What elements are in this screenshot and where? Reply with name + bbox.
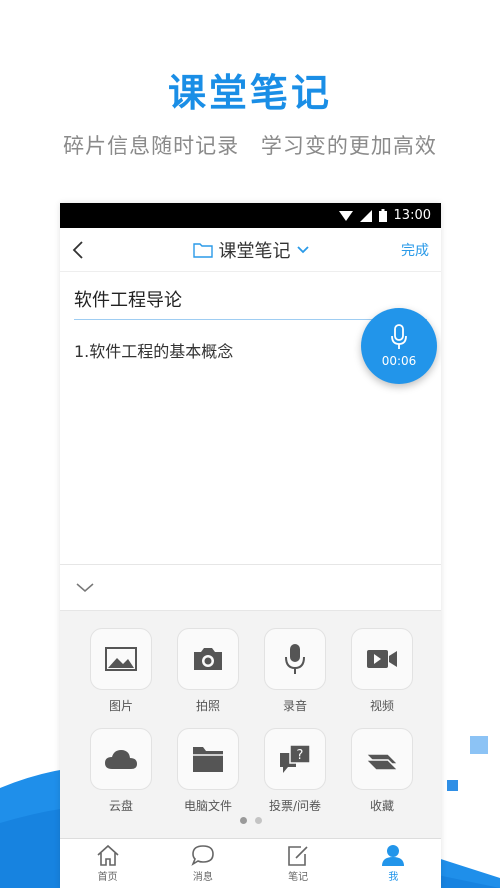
home-icon xyxy=(97,844,119,866)
recording-button[interactable]: 00:06 xyxy=(361,308,437,384)
tab-label: 笔记 xyxy=(288,872,309,883)
tool-image-button[interactable] xyxy=(90,628,152,690)
wifi-icon xyxy=(338,210,353,221)
chevron-left-icon xyxy=(72,240,83,259)
hero-title: 课堂笔记 xyxy=(167,71,332,115)
note-icon xyxy=(288,846,308,866)
folder-icon xyxy=(192,242,213,258)
vote-icon: ? xyxy=(280,744,311,773)
tool-image[interactable]: 图片 xyxy=(90,628,152,714)
tool-pc-file-button[interactable] xyxy=(177,728,239,790)
tool-vote-button[interactable]: ? xyxy=(264,728,326,790)
status-bar: 13:00 xyxy=(60,203,441,228)
message-icon xyxy=(191,845,214,866)
tool-label: 拍照 xyxy=(195,699,220,713)
microphone-icon xyxy=(391,324,407,349)
status-time: 13:00 xyxy=(393,208,431,223)
tool-cloud[interactable]: 云盘 xyxy=(90,728,152,814)
tab-notes[interactable]: 笔记 xyxy=(251,839,346,888)
page-indicator xyxy=(60,817,441,824)
tool-audio[interactable]: 录音 xyxy=(264,628,326,714)
folder-selector[interactable]: 课堂笔记 xyxy=(192,237,309,263)
tool-collection[interactable]: 收藏 xyxy=(351,728,413,814)
tool-camera[interactable]: 拍照 xyxy=(177,628,239,714)
tool-audio-button[interactable] xyxy=(264,628,326,690)
microphone-icon xyxy=(285,644,305,674)
profile-icon xyxy=(382,845,405,866)
done-button[interactable]: 完成 xyxy=(401,240,429,260)
tool-video-button[interactable] xyxy=(351,628,413,690)
attachment-panel: 图片 拍照 录音 视频 云盘 电脑文件 ? 投票/问卷 收藏 xyxy=(60,610,441,838)
battery-icon xyxy=(378,209,387,222)
signal-icon xyxy=(359,209,372,222)
tool-label: 视频 xyxy=(369,699,394,713)
folder-icon xyxy=(193,747,223,772)
camera-icon xyxy=(194,648,222,670)
bottom-tab-bar: 首页 消息 笔记 我 xyxy=(60,838,441,888)
tab-home[interactable]: 首页 xyxy=(60,839,155,888)
hero-subtitle: 碎片信息随时记录 学习变的更加高效 xyxy=(63,134,437,158)
tool-video[interactable]: 视频 xyxy=(351,628,413,714)
tool-label: 云盘 xyxy=(108,799,133,813)
video-icon xyxy=(367,650,397,668)
tool-label: 电脑文件 xyxy=(183,799,232,813)
tool-pc-file[interactable]: 电脑文件 xyxy=(177,728,239,814)
tool-label: 收藏 xyxy=(369,799,394,813)
cloud-icon xyxy=(105,750,137,769)
tab-me[interactable]: 我 xyxy=(346,839,441,888)
page-dot[interactable] xyxy=(254,817,262,824)
collapse-toggle[interactable] xyxy=(60,564,441,610)
collection-icon xyxy=(365,753,399,771)
tool-collection-button[interactable] xyxy=(351,728,413,790)
tool-cloud-button[interactable] xyxy=(90,728,152,790)
back-button[interactable] xyxy=(72,235,96,265)
tool-camera-button[interactable] xyxy=(177,628,239,690)
tool-label: 投票/问卷 xyxy=(268,799,322,813)
tab-messages[interactable]: 消息 xyxy=(155,839,250,888)
tab-label: 我 xyxy=(388,872,399,883)
svg-text:?: ? xyxy=(297,748,304,763)
folder-title: 课堂笔记 xyxy=(218,240,291,262)
recording-time: 00:06 xyxy=(381,354,417,368)
nav-bar: 课堂笔记 完成 xyxy=(60,228,441,272)
tool-vote[interactable]: ? 投票/问卷 xyxy=(264,728,326,814)
decorative-square xyxy=(447,780,458,791)
tool-label: 图片 xyxy=(108,699,133,713)
tab-label: 消息 xyxy=(192,872,213,883)
tool-label: 录音 xyxy=(282,699,307,713)
decorative-square xyxy=(470,736,488,754)
chevron-down-icon xyxy=(76,582,94,592)
tab-label: 首页 xyxy=(97,872,118,883)
chevron-down-icon xyxy=(296,245,309,253)
page-dot[interactable] xyxy=(239,817,247,824)
image-icon xyxy=(105,647,137,671)
phone-screen: 13:00 课堂笔记 完成 软件工程导论 1.软件工程的基本概念 00:06 图… xyxy=(60,203,441,888)
note-title-input[interactable]: 软件工程导论 xyxy=(74,272,427,320)
